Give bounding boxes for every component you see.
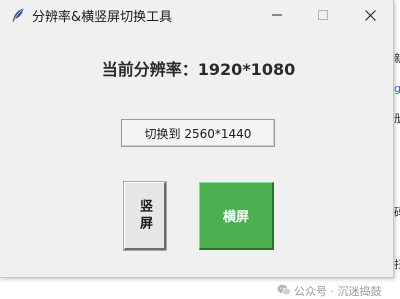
watermark: 公众号 · 沉迷捣鼓 bbox=[277, 283, 382, 299]
maximize-button[interactable] bbox=[300, 0, 346, 30]
portrait-button-label: 竖屏 bbox=[137, 198, 152, 233]
feather-icon bbox=[10, 7, 26, 23]
current-resolution-label: 当前分辨率：1920*1080 bbox=[101, 60, 296, 79]
close-icon bbox=[364, 9, 376, 21]
switch-resolution-button[interactable]: 切换到 2560*1440 bbox=[121, 119, 275, 147]
window-title: 分辨率&横竖屏切换工具 bbox=[32, 10, 173, 25]
background-edge-text: 扫 bbox=[394, 258, 400, 271]
app-window: 分辨率&横竖屏切换工具 当前分辨率：1920*1080 切换到 2560*144… bbox=[0, 0, 394, 278]
background-edge-text: g bbox=[394, 82, 400, 95]
background-edge-text: 码 bbox=[394, 206, 400, 219]
minimize-button[interactable] bbox=[254, 0, 300, 30]
minimize-icon bbox=[272, 10, 282, 20]
landscape-button[interactable]: 横屏 bbox=[199, 182, 274, 250]
background-edge-text: 新 bbox=[394, 52, 400, 65]
title-bar[interactable]: 分辨率&横竖屏切换工具 bbox=[0, 0, 393, 30]
background-edge-text: 册 bbox=[394, 112, 400, 125]
portrait-button[interactable]: 竖屏 bbox=[124, 182, 166, 250]
maximize-icon bbox=[318, 10, 328, 20]
close-button[interactable] bbox=[347, 0, 393, 30]
watermark-text: 公众号 · 沉迷捣鼓 bbox=[294, 285, 382, 298]
wechat-icon bbox=[277, 284, 294, 299]
